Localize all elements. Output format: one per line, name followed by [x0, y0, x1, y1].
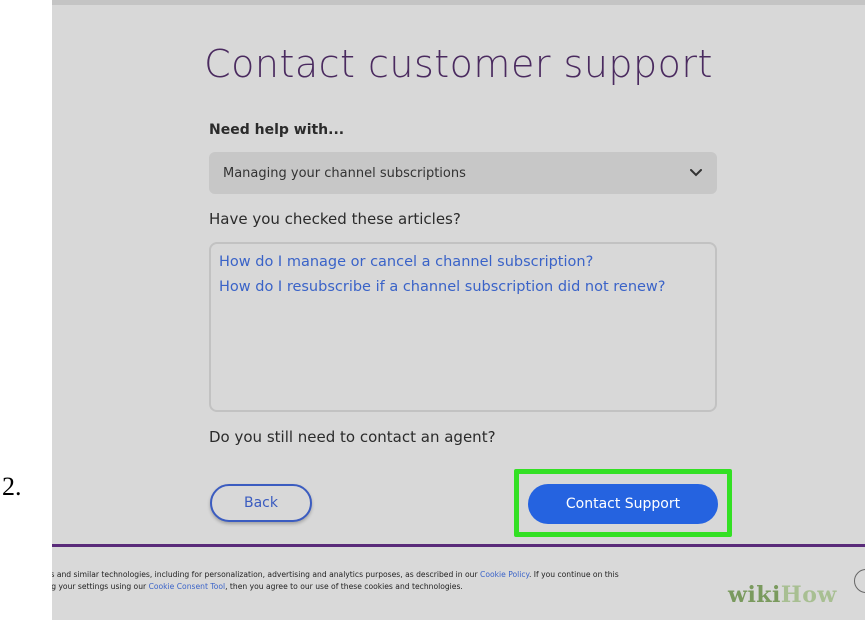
wikihow-watermark: wikiHow [728, 582, 837, 608]
top-divider [52, 0, 865, 5]
help-label: Need help with... [209, 122, 345, 138]
cookie-line-2-text: anging your settings using our [52, 582, 147, 591]
contact-support-button[interactable]: Contact Support [528, 484, 718, 524]
watermark-wiki: wiki [728, 582, 781, 608]
article-link-resubscribe[interactable]: How do I resubscribe if a channel subscr… [219, 279, 707, 295]
chevron-down-icon [689, 166, 703, 180]
cookie-line-2: anging your settings using our Cookie Co… [52, 581, 830, 593]
support-page: Contact customer support Need help with.… [52, 0, 865, 620]
page-title: Contact customer support [204, 42, 713, 86]
articles-label: Have you checked these articles? [209, 210, 461, 228]
articles-box: How do I manage or cancel a channel subs… [209, 242, 717, 412]
cookie-line-1-end: . If you continue on this [528, 570, 619, 579]
cookie-line-2-end: , then you agree to our use of these coo… [225, 582, 463, 591]
cookie-consent-tool-link[interactable]: Cookie Consent Tool [149, 582, 226, 591]
cookie-policy-link[interactable]: Cookie Policy [480, 570, 529, 579]
watermark-how: How [780, 582, 837, 608]
article-link-manage-cancel[interactable]: How do I manage or cancel a channel subs… [219, 254, 707, 270]
cookie-line-1: ookies and similar technologies, includi… [52, 569, 830, 581]
agent-question: Do you still need to contact an agent? [209, 428, 496, 446]
cookie-line-1-text: ookies and similar technologies, includi… [52, 570, 481, 579]
help-topic-select[interactable]: Managing your channel subscriptions [209, 152, 717, 194]
back-button[interactable]: Back [210, 484, 312, 522]
cookie-notice-text: ookies and similar technologies, includi… [52, 569, 830, 593]
step-number: 2. [2, 472, 22, 501]
help-topic-value: Managing your channel subscriptions [223, 165, 466, 181]
